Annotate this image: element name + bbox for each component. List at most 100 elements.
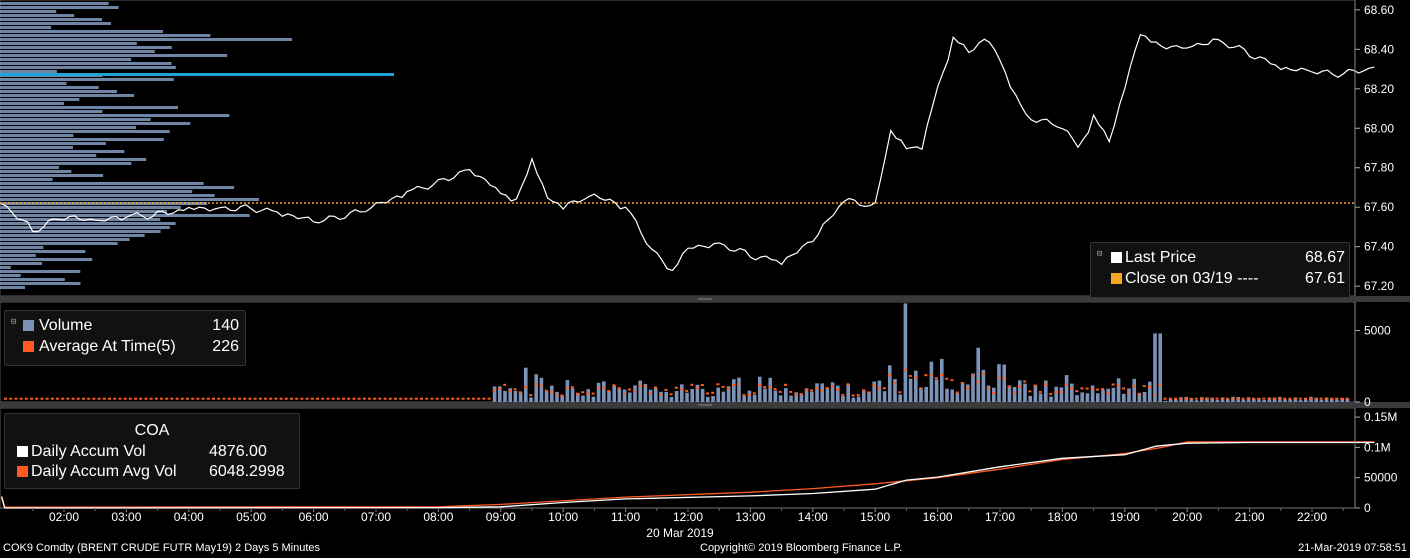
avg-marker [513, 388, 517, 391]
volume-bar [674, 391, 679, 402]
avg-marker [711, 391, 715, 394]
avg-marker [466, 397, 470, 400]
profile-bar [0, 58, 131, 61]
volume-bar [1262, 400, 1266, 402]
profile-bar [0, 78, 174, 81]
avg-marker [331, 397, 335, 400]
avg-marker [342, 397, 345, 400]
accum-legend[interactable]: COA Daily Accum Vol 4876.00 Daily Accum … [4, 413, 300, 489]
volume-bar [825, 388, 830, 402]
profile-bar [0, 158, 147, 161]
avg-marker [924, 374, 928, 377]
profile-bar [0, 90, 117, 93]
volume-legend[interactable]: ⊟ Volume 140 Average At Time(5) 226 [4, 310, 246, 366]
avg-marker [747, 394, 751, 396]
avg-marker [612, 384, 616, 387]
avg-marker [76, 397, 80, 400]
volume-bar [1059, 387, 1064, 402]
avg-marker [446, 397, 449, 400]
volume-bar [1158, 333, 1162, 402]
avg-marker [1122, 387, 1125, 390]
volume-bar [789, 395, 793, 402]
profile-bar [0, 86, 99, 89]
avg-marker [836, 388, 839, 391]
volume-bar [966, 384, 970, 402]
profile-bar [0, 142, 106, 145]
volume-bar [1319, 399, 1324, 402]
profile-bar [0, 18, 102, 21]
avg-marker [1252, 397, 1255, 400]
avg-marker [373, 397, 377, 400]
volume-bar [747, 390, 752, 402]
y-tick-label: 5000 [1364, 324, 1391, 338]
avg-marker [238, 397, 241, 400]
avg-marker [274, 397, 278, 400]
volume-bar [924, 386, 928, 402]
volume-bar [664, 391, 668, 402]
avg-marker [1096, 388, 1099, 391]
price-legend[interactable]: ⊟ Last Price 68.67 Close on 03/19 ---- 6… [1090, 242, 1350, 298]
avg-marker [758, 384, 761, 386]
profile-bar [0, 182, 204, 185]
avg-marker [1215, 397, 1219, 400]
avg-marker [165, 397, 169, 400]
volume-bar [1049, 396, 1053, 402]
avg-marker [1033, 384, 1037, 387]
volume-bar [851, 397, 856, 402]
profile-bar [0, 94, 135, 97]
avg-marker [565, 387, 569, 390]
legend-collapse-icon[interactable]: ⊟ [1097, 249, 1102, 259]
avg-marker [1049, 393, 1053, 396]
avg-marker [945, 377, 949, 380]
avg-marker [648, 392, 652, 395]
profile-bar [0, 234, 145, 237]
avg-marker [35, 397, 39, 400]
avg-marker [290, 397, 293, 400]
avg-marker [596, 387, 600, 390]
footer-timestamp: 21-Mar-2019 07:58:51 [1298, 542, 1407, 554]
avg-marker [487, 397, 491, 400]
avg-marker [628, 388, 631, 391]
x-tick-label: 14:00 [798, 510, 828, 524]
avg-marker [1200, 397, 1203, 400]
avg-marker [966, 387, 969, 390]
volume-bar [1075, 395, 1079, 402]
volume-bar [1054, 386, 1058, 402]
accum-title: COA [134, 422, 170, 439]
volume-bar [1174, 399, 1178, 402]
avg-marker [19, 397, 23, 400]
volume-bar [1080, 392, 1084, 402]
avg-marker [440, 397, 444, 400]
x-tick-label: 19:00 [1110, 510, 1140, 524]
avg-marker [1132, 385, 1136, 388]
avg-marker [976, 380, 980, 383]
volume-bar [888, 365, 892, 402]
volume-bar [591, 396, 596, 402]
avg-marker [1080, 387, 1084, 390]
legend-swatch-accum-avg [17, 466, 28, 477]
legend-collapse-icon[interactable]: ⊟ [11, 317, 16, 327]
avg-marker [201, 397, 205, 400]
avg-marker [92, 397, 96, 400]
volume-bar [1194, 400, 1199, 402]
avg-marker [1335, 397, 1339, 400]
avg-marker [690, 383, 694, 386]
x-tick-label: 09:00 [486, 510, 516, 524]
avg-marker [66, 397, 70, 400]
avg-marker [56, 397, 59, 400]
profile-bar [0, 154, 97, 157]
volume-bar [680, 384, 684, 402]
avg-marker [227, 397, 231, 400]
avg-marker [461, 397, 465, 400]
avg-marker [1189, 397, 1193, 400]
avg-marker [898, 391, 902, 394]
avg-marker [362, 397, 366, 400]
avg-marker [206, 397, 210, 400]
profile-bar [0, 118, 151, 121]
avg-marker [160, 397, 163, 400]
volume-bar [1241, 399, 1246, 402]
volume-bar [1122, 393, 1126, 402]
avg-marker [1168, 397, 1172, 400]
avg-marker [1018, 385, 1021, 388]
avg-marker [253, 397, 257, 400]
